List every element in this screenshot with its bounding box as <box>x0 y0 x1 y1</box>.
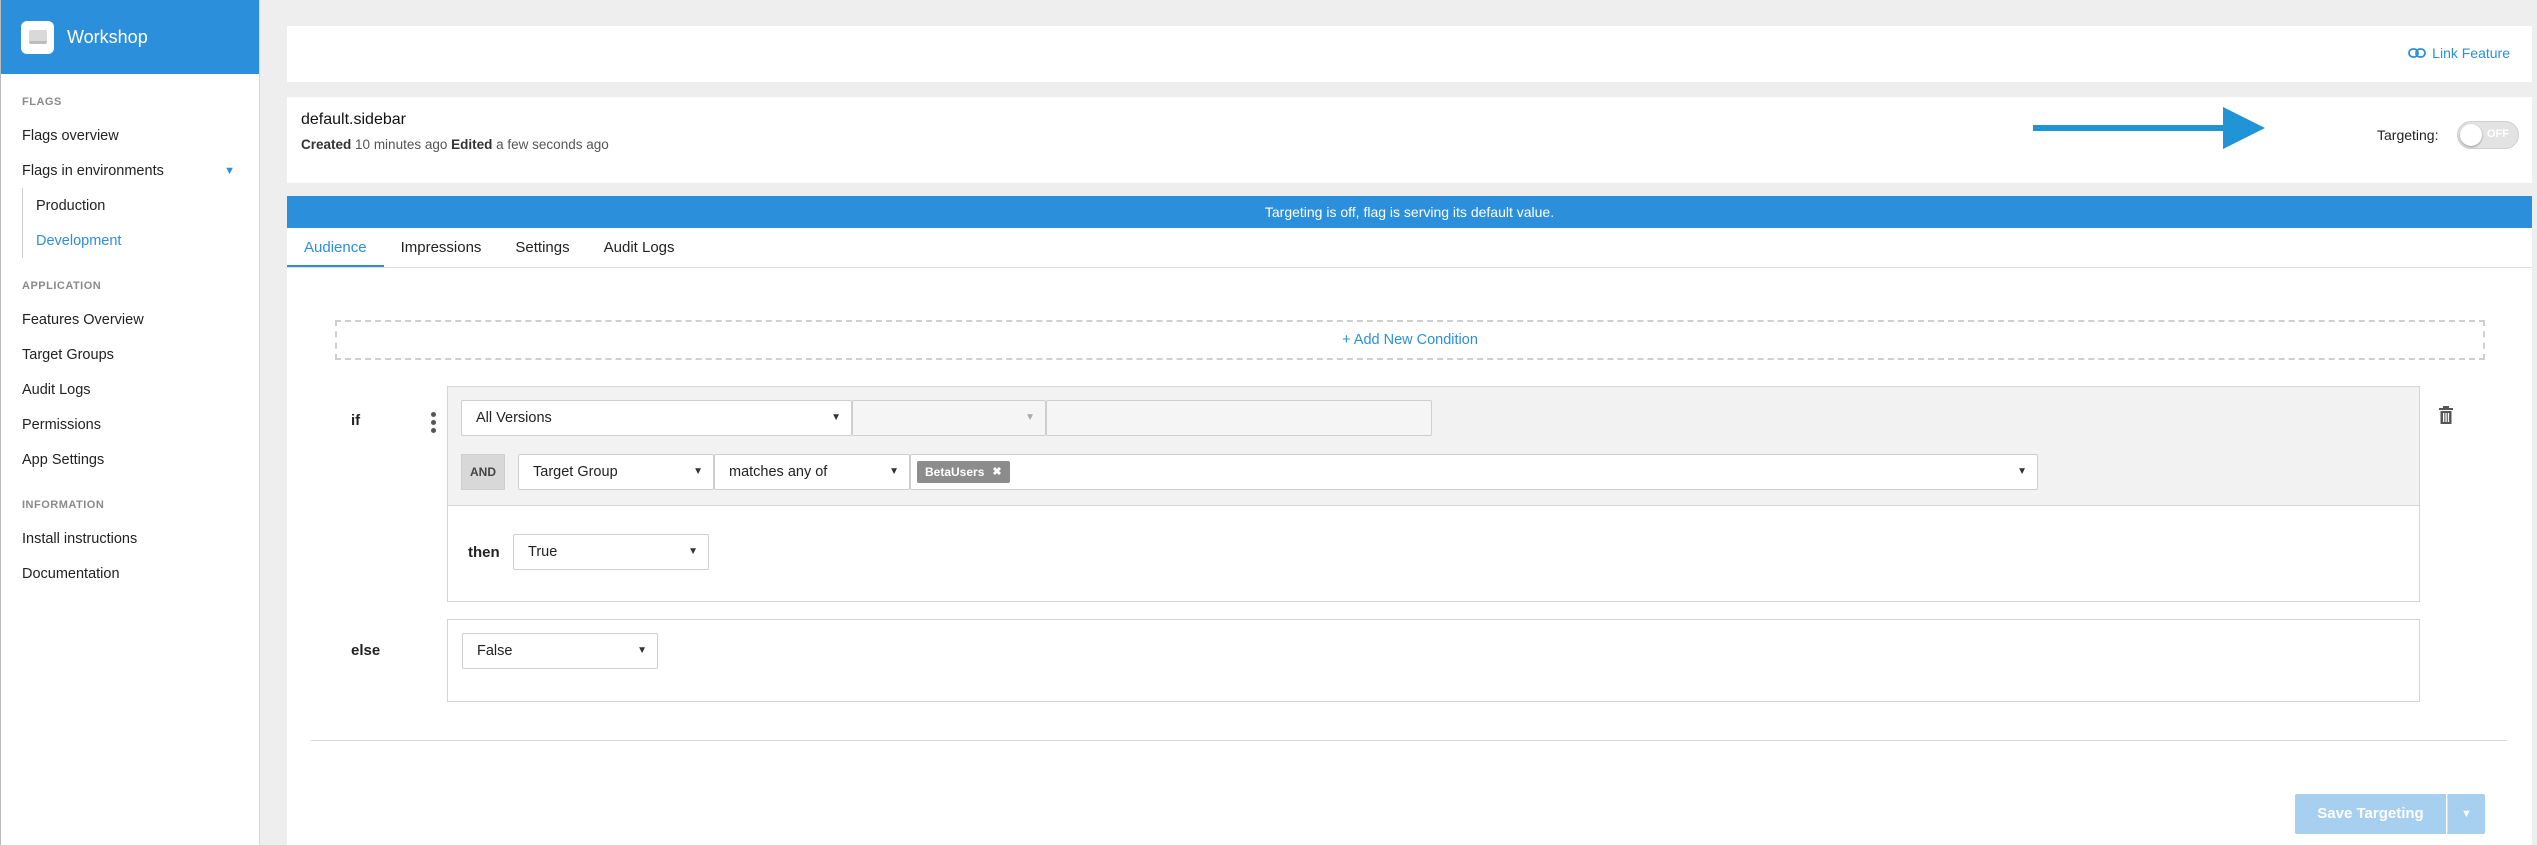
nav-heading-flags: FLAGS <box>22 96 62 108</box>
sidebar-item-label: Production <box>36 197 106 214</box>
sidebar-item-target-groups[interactable]: Target Groups <box>1 337 259 372</box>
chevron-down-icon: ▼ <box>831 412 841 423</box>
condition-row: All Versions ▼ ▼ AND Target Group ▼ matc… <box>447 386 2420 506</box>
tag-chip-label: BetaUsers <box>925 465 985 479</box>
chevron-down-icon: ▼ <box>688 546 698 557</box>
version-operator-select: ▼ <box>852 400 1046 436</box>
nav-section-application: APPLICATION Features Overview Target Gro… <box>1 280 259 477</box>
nav-section-information: INFORMATION Install instructions Documen… <box>1 499 259 591</box>
else-value-select[interactable]: False ▼ <box>462 633 658 669</box>
sidebar-item-label: Development <box>36 232 122 249</box>
link-feature-label: Link Feature <box>2432 45 2510 61</box>
targeting-panel: Targeting is off, flag is serving its de… <box>287 196 2532 845</box>
divider <box>311 740 2507 741</box>
flag-name: default.sidebar <box>301 111 406 128</box>
targeting-toggle[interactable]: OFF <box>2457 121 2519 149</box>
created-label: Created <box>301 137 352 152</box>
chevron-down-icon: ▼ <box>1025 412 1035 423</box>
if-label: if <box>351 412 361 429</box>
sidebar-item-development[interactable]: Development <box>23 223 259 258</box>
link-feature-button[interactable]: Link Feature <box>2408 45 2510 61</box>
tab-audience[interactable]: Audience <box>287 228 384 267</box>
app-logo-icon <box>21 20 54 54</box>
and-badge: AND <box>461 454 505 490</box>
then-value-select[interactable]: True ▼ <box>513 534 709 570</box>
sidebar-item-audit-logs[interactable]: Audit Logs <box>1 372 259 407</box>
tab-impressions[interactable]: Impressions <box>384 228 499 267</box>
sidebar-item-production[interactable]: Production <box>23 188 259 223</box>
sidebar-item-label: Features Overview <box>22 311 144 328</box>
sidebar-item-label: Flags in environments <box>22 162 164 179</box>
attribute-select[interactable]: Target Group ▼ <box>518 454 714 490</box>
sidebar-item-label: Audit Logs <box>22 381 91 398</box>
toggle-knob <box>2460 124 2482 146</box>
toggle-text: OFF <box>2487 128 2509 140</box>
save-targeting-button[interactable]: Save Targeting <box>2295 794 2446 834</box>
app-header[interactable]: Workshop <box>1 0 259 74</box>
flag-meta: Created 10 minutes ago Edited a few seco… <box>301 137 609 152</box>
else-value: False <box>477 643 513 659</box>
app-name: Workshop <box>67 26 148 47</box>
version-select[interactable]: All Versions ▼ <box>461 400 852 436</box>
chevron-down-icon: ▼ <box>637 645 647 656</box>
trash-icon[interactable] <box>2438 406 2454 424</box>
add-condition-button[interactable]: + Add New Condition <box>335 320 2485 360</box>
operator-select-value: matches any of <box>729 464 828 480</box>
tab-bar: Audience Impressions Settings Audit Logs <box>287 228 2532 268</box>
version-select-value: All Versions <box>476 410 552 426</box>
sidebar-item-label: Flags overview <box>22 127 119 144</box>
more-options-icon[interactable] <box>429 412 437 436</box>
arrow-annotation-icon <box>2033 107 2265 149</box>
chevron-down-icon: ▼ <box>2017 466 2027 477</box>
operator-select[interactable]: matches any of ▼ <box>714 454 910 490</box>
sidebar-item-label: Permissions <box>22 416 101 433</box>
target-group-multiselect[interactable]: BetaUsers ✖ ▼ <box>910 454 2038 490</box>
else-label: else <box>351 642 381 659</box>
status-banner: Targeting is off, flag is serving its de… <box>287 196 2532 228</box>
nav-section-flags: FLAGS Flags overview Flags in environmen… <box>1 96 259 258</box>
sidebar-item-permissions[interactable]: Permissions <box>1 407 259 442</box>
chevron-down-icon[interactable]: ▼ <box>224 165 235 177</box>
else-row: False ▼ <box>447 619 2420 702</box>
save-options-chevron-down-icon[interactable]: ▼ <box>2447 794 2485 834</box>
sidebar-item-label: Install instructions <box>22 530 138 547</box>
top-bar: Link Feature <box>287 26 2532 82</box>
tag-chip: BetaUsers ✖ <box>917 461 1010 483</box>
sidebar-item-label: App Settings <box>22 451 105 468</box>
tab-settings[interactable]: Settings <box>498 228 586 267</box>
targeting-label: Targeting: <box>2377 127 2439 143</box>
sidebar: Workshop FLAGS Flags overview Flags in e… <box>0 0 260 845</box>
edited-label: Edited <box>451 137 493 152</box>
environment-list: Production Development <box>22 188 259 258</box>
chevron-down-icon: ▼ <box>693 466 703 477</box>
sidebar-item-flags-overview[interactable]: Flags overview <box>1 118 259 153</box>
tab-audit-logs[interactable]: Audit Logs <box>587 228 692 267</box>
flag-header: default.sidebar Created 10 minutes ago E… <box>287 97 2532 183</box>
then-value: True <box>528 544 558 560</box>
sidebar-item-install-instructions[interactable]: Install instructions <box>1 521 259 556</box>
nav-heading-application: APPLICATION <box>22 280 102 292</box>
nav-heading-information: INFORMATION <box>22 499 105 511</box>
sidebar-item-documentation[interactable]: Documentation <box>1 556 259 591</box>
edited-value: a few seconds ago <box>496 137 609 152</box>
close-icon[interactable]: ✖ <box>992 461 1001 483</box>
created-value: 10 minutes ago <box>355 137 448 152</box>
sidebar-item-label: Target Groups <box>22 346 114 363</box>
link-icon <box>2408 48 2427 58</box>
sidebar-item-flags-in-environments[interactable]: Flags in environments ▼ <box>1 153 259 188</box>
version-value-input <box>1046 400 1432 436</box>
sidebar-item-features-overview[interactable]: Features Overview <box>1 302 259 337</box>
chevron-down-icon: ▼ <box>889 466 899 477</box>
sidebar-item-label: Documentation <box>22 565 120 582</box>
then-row: then True ▼ <box>447 506 2420 602</box>
then-label: then <box>468 544 500 561</box>
sidebar-item-app-settings[interactable]: App Settings <box>1 442 259 477</box>
attribute-select-value: Target Group <box>533 464 618 480</box>
